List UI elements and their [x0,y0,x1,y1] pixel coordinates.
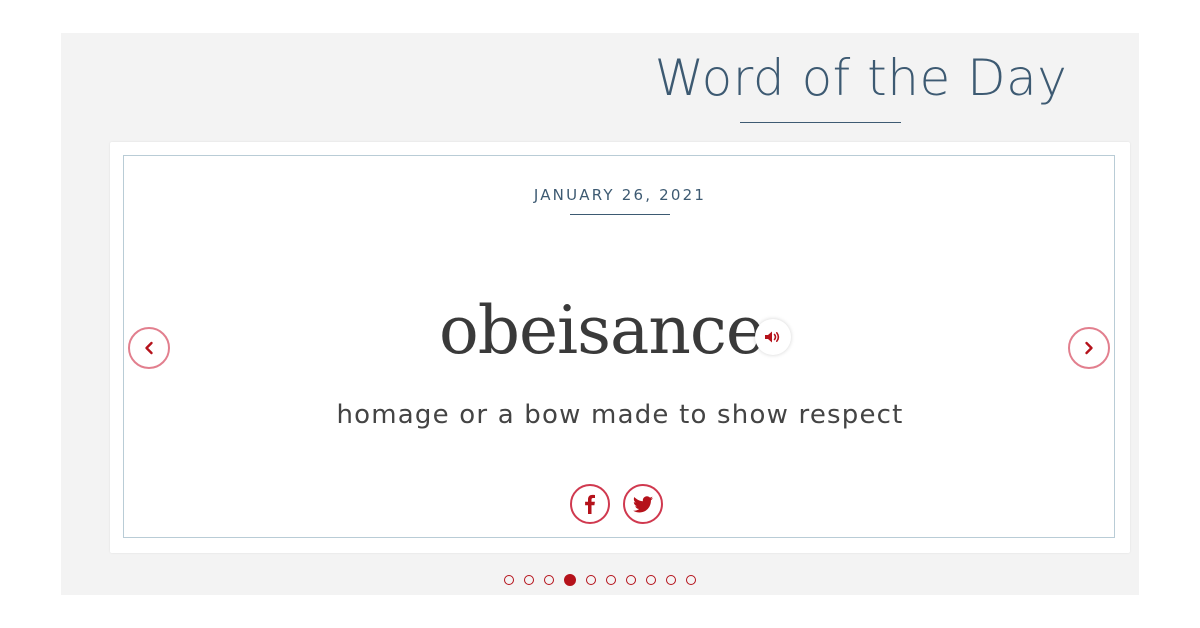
pagination-dot[interactable] [606,575,616,585]
title-underline [740,122,901,123]
pagination-dot[interactable] [504,575,514,585]
chevron-left-icon [145,341,153,355]
carousel-pagination [61,574,1139,588]
pronunciation-button[interactable] [755,319,791,355]
pagination-dot[interactable] [586,575,596,585]
word-of-the-day-panel: Word of the Day JANUARY 26, 2021 obeisan… [61,33,1139,595]
pagination-dot-active[interactable] [564,574,576,586]
facebook-icon [585,494,595,514]
next-word-button[interactable] [1068,327,1110,369]
word-card: JANUARY 26, 2021 obeisance homage or a b… [110,142,1130,553]
pagination-dot[interactable] [544,575,554,585]
previous-word-button[interactable] [128,327,170,369]
word-text: obeisance [439,292,765,369]
pagination-dot[interactable] [686,575,696,585]
word-date: JANUARY 26, 2021 [533,186,707,204]
pagination-dot[interactable] [524,575,534,585]
page-title: Word of the Day [654,49,1068,107]
speaker-icon [765,331,780,343]
word-row: obeisance [124,291,1116,371]
word-definition: homage or a bow made to show respect [336,400,904,430]
pagination-dot[interactable] [626,575,636,585]
twitter-share-button[interactable] [623,484,663,524]
pagination-dot[interactable] [646,575,656,585]
twitter-icon [633,495,653,512]
word-card-frame: JANUARY 26, 2021 obeisance homage or a b… [123,155,1115,538]
pagination-dot[interactable] [666,575,676,585]
facebook-share-button[interactable] [570,484,610,524]
date-underline [570,214,670,215]
chevron-right-icon [1085,341,1093,355]
